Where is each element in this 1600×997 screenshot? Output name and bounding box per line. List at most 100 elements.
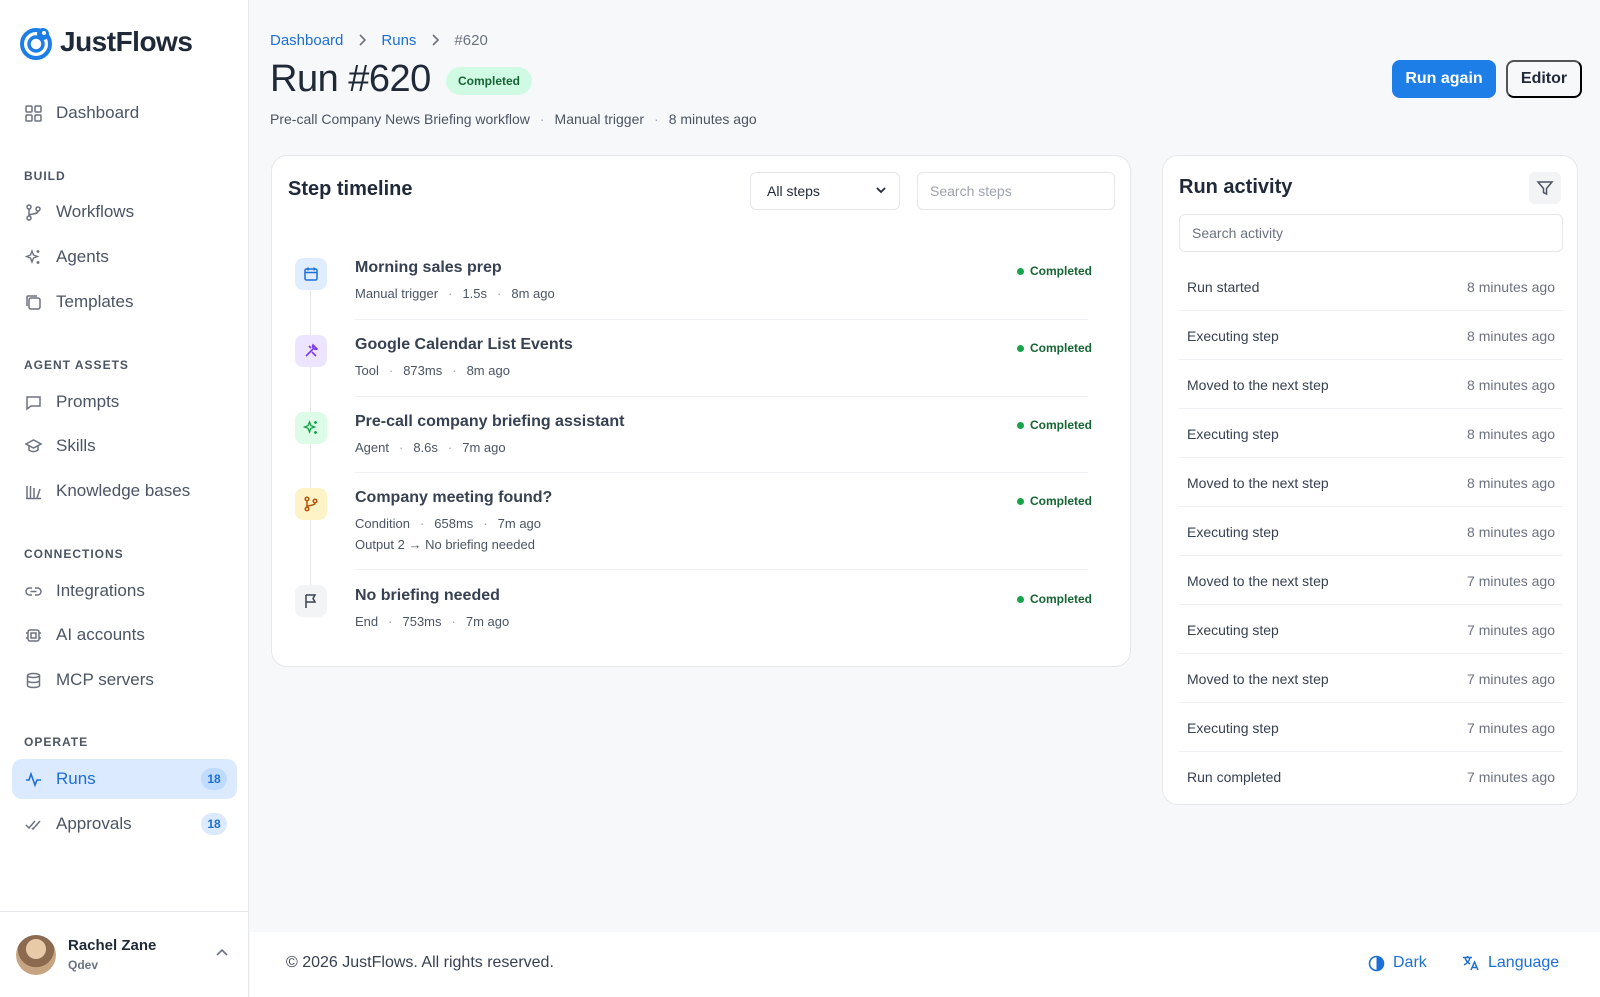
step-title: Pre-call company briefing assistant: [355, 413, 625, 430]
sidebar-item-label: MCP servers: [56, 670, 154, 689]
status-dot: [1017, 595, 1024, 603]
activity-time: 8 minutes ago: [1467, 523, 1555, 540]
activity-time: 7 minutes ago: [1467, 670, 1555, 687]
dark-mode-label: Dark: [1393, 954, 1427, 971]
sidebar-item-templates[interactable]: Templates: [12, 282, 237, 322]
user-info: Rachel Zane Qdev: [68, 937, 156, 972]
activity-time: 8 minutes ago: [1467, 376, 1555, 393]
step-status: Completed: [1017, 341, 1092, 355]
activity-row: Executing step 7 minutes ago: [1179, 606, 1563, 654]
sidebar-item-label: Dashboard: [56, 103, 140, 122]
footer: © 2026 JustFlows. All rights reserved. D…: [250, 932, 1600, 997]
calendar-icon: [295, 258, 327, 290]
library-icon: [24, 482, 42, 500]
breadcrumb-runs[interactable]: Runs: [381, 32, 416, 49]
dark-mode-toggle[interactable]: Dark: [1368, 954, 1427, 972]
link-icon: [24, 582, 42, 600]
activity-label: Executing step: [1187, 523, 1279, 540]
separator-dot: ·: [388, 363, 394, 378]
sidebar-item-label: Agents: [56, 247, 109, 266]
filter-icon: [1536, 181, 1554, 196]
activity-time: 8 minutes ago: [1467, 278, 1555, 295]
step-title: No briefing needed: [355, 587, 500, 604]
user-name: Rachel Zane: [68, 937, 157, 954]
sidebar-item-dashboard[interactable]: Dashboard: [12, 93, 237, 133]
sidebar-item-label: Runs: [56, 769, 96, 788]
step-filter-value: All steps: [767, 183, 820, 199]
avatar: [16, 934, 56, 975]
graduation-cap-icon: [24, 437, 42, 455]
sidebar-item-label: Integrations: [56, 581, 145, 600]
activity-time: 8 minutes ago: [1467, 327, 1555, 344]
step-status-label: Completed: [1030, 341, 1093, 355]
sidebar-item-ai-accounts[interactable]: AI accounts: [12, 615, 237, 655]
sidebar: JustFlows Dashboard BUILD Workflows Agen…: [0, 0, 249, 997]
user-menu[interactable]: Rachel Zane Qdev: [0, 911, 249, 997]
step-status: Completed: [1017, 494, 1092, 508]
activity-row: Executing step 7 minutes ago: [1179, 704, 1563, 752]
sidebar-item-workflows[interactable]: Workflows: [12, 192, 237, 232]
step-timeline-card: Step timeline All steps Morning sales pr…: [271, 155, 1131, 667]
section-agent-assets: AGENT ASSETS: [24, 358, 129, 372]
logo-icon: [20, 28, 52, 60]
activity-row: Moved to the next step 7 minutes ago: [1179, 557, 1563, 605]
separator-dot: ·: [388, 614, 393, 629]
step-duration: 753ms: [402, 614, 442, 629]
activity-time: 8 minutes ago: [1467, 425, 1555, 442]
run-activity-card: Run activity Run started 8 minutes ago Ex…: [1162, 155, 1578, 805]
sidebar-item-label: Skills: [56, 436, 96, 455]
app-name: JustFlows: [60, 26, 193, 57]
copy-icon: [24, 293, 42, 311]
activity-label: Moved to the next step: [1187, 474, 1329, 491]
step-meta: End · 753ms · 7m ago: [355, 614, 509, 629]
sidebar-item-agents[interactable]: Agents: [12, 237, 237, 277]
run-again-button[interactable]: Run again: [1392, 60, 1496, 98]
step-filter-select[interactable]: All steps: [750, 172, 900, 210]
search-activity-input[interactable]: [1179, 214, 1563, 252]
step-status-label: Completed: [1030, 592, 1093, 606]
editor-button[interactable]: Editor: [1506, 60, 1582, 98]
language-selector[interactable]: Language: [1462, 954, 1559, 972]
sidebar-item-integrations[interactable]: Integrations: [12, 571, 237, 611]
activity-label: Executing step: [1187, 719, 1279, 736]
user-org: Qdev: [68, 958, 99, 972]
divider: [355, 569, 1088, 570]
step-title: Google Calendar List Events: [355, 336, 573, 353]
sidebar-item-prompts[interactable]: Prompts: [12, 382, 237, 422]
activity-row: Moved to the next step 8 minutes ago: [1179, 361, 1563, 409]
breadcrumb-dashboard[interactable]: Dashboard: [270, 32, 343, 49]
divider: [355, 396, 1088, 397]
step-type: Tool: [355, 363, 379, 378]
divider: [355, 472, 1088, 473]
step-status: Completed: [1017, 592, 1092, 606]
sidebar-item-skills[interactable]: Skills: [12, 426, 237, 466]
flag-icon: [295, 585, 327, 617]
sidebar-item-mcp-servers[interactable]: MCP servers: [12, 660, 237, 700]
run-activity-title: Run activity: [1179, 176, 1293, 198]
run-subtitle: Pre-call Company News Briefing workflow …: [270, 111, 757, 127]
status-dot: [1017, 421, 1024, 429]
step-duration: 873ms: [403, 363, 443, 378]
step-output: Output 2 → No briefing needed: [355, 537, 535, 552]
contrast-icon: [1368, 955, 1385, 971]
step-type: End: [355, 614, 379, 629]
sidebar-item-knowledge-bases[interactable]: Knowledge bases: [12, 471, 237, 511]
activity-time: 8 minutes ago: [1467, 474, 1555, 491]
sparkles-icon: [295, 412, 327, 444]
step-meta: Condition · 658ms · 7m ago: [355, 516, 541, 531]
step-type: Agent: [355, 440, 389, 455]
app-logo[interactable]: JustFlows: [18, 24, 193, 60]
activity-time: 7 minutes ago: [1467, 621, 1555, 638]
status-dot: [1017, 344, 1024, 352]
filter-button[interactable]: [1529, 172, 1561, 204]
check-double-icon: [24, 815, 42, 833]
separator-dot: ·: [483, 516, 488, 531]
sidebar-item-label: Workflows: [56, 202, 135, 221]
sidebar-item-approvals[interactable]: Approvals 18: [12, 804, 237, 844]
chevron-up-icon[interactable]: [215, 946, 229, 965]
sidebar-item-runs[interactable]: Runs 18: [12, 759, 237, 799]
step-duration: 1.5s: [462, 286, 488, 301]
search-steps-input[interactable]: [917, 172, 1115, 210]
sidebar-item-label: Templates: [56, 292, 134, 311]
sidebar-item-label: AI accounts: [56, 625, 145, 644]
